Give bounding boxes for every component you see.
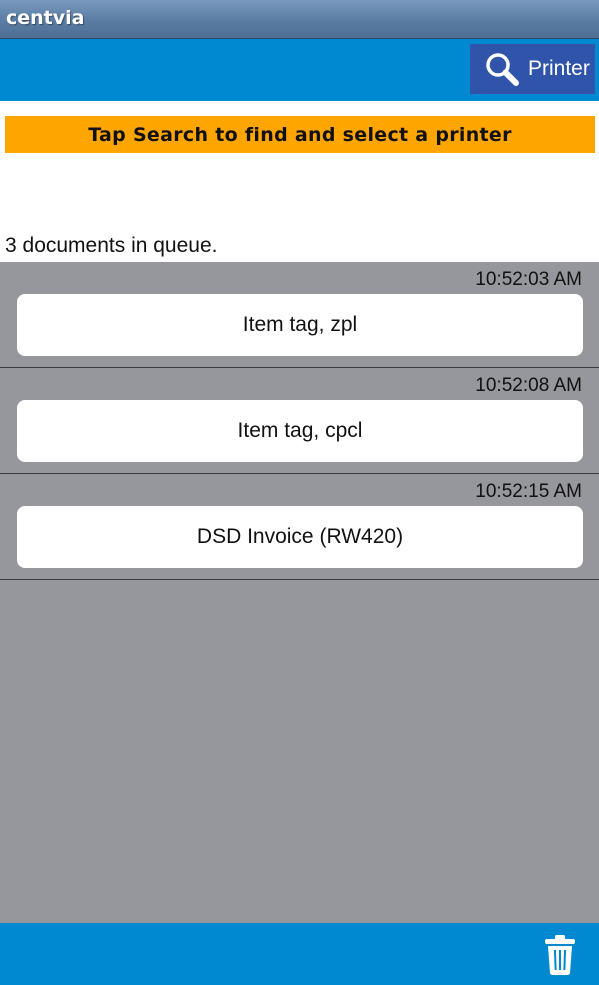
search-printer-button[interactable]: Printer bbox=[470, 44, 595, 94]
queue-item: 10:52:03 AM Item tag, zpl bbox=[0, 262, 599, 368]
queue-count: 3 documents in queue. bbox=[5, 234, 218, 257]
search-hint-banner: Tap Search to find and select a printer bbox=[5, 116, 595, 153]
queue-item-document-button[interactable]: Item tag, zpl bbox=[17, 294, 583, 356]
queue-list[interactable]: 10:52:03 AM Item tag, zpl 10:52:08 AM It… bbox=[0, 262, 599, 923]
queue-item: 10:52:15 AM DSD Invoice (RW420) bbox=[0, 474, 599, 580]
search-icon bbox=[486, 53, 519, 86]
queue-item-time: 10:52:15 AM bbox=[475, 481, 582, 502]
clear-queue-button[interactable] bbox=[540, 933, 580, 977]
toolbar: Printer bbox=[0, 39, 599, 101]
queue-item-document-button[interactable]: Item tag, cpcl bbox=[17, 400, 583, 462]
queue-item: 10:52:08 AM Item tag, cpcl bbox=[0, 368, 599, 474]
queue-item-time: 10:52:08 AM bbox=[475, 375, 582, 396]
printer-button-label: Printer bbox=[528, 57, 590, 80]
bottom-bar bbox=[0, 923, 599, 985]
title-bar: centvia bbox=[0, 0, 599, 39]
app-title: centvia bbox=[6, 7, 85, 29]
queue-item-document-button[interactable]: DSD Invoice (RW420) bbox=[17, 506, 583, 568]
queue-item-time: 10:52:03 AM bbox=[475, 269, 582, 290]
trash-icon bbox=[545, 935, 575, 975]
